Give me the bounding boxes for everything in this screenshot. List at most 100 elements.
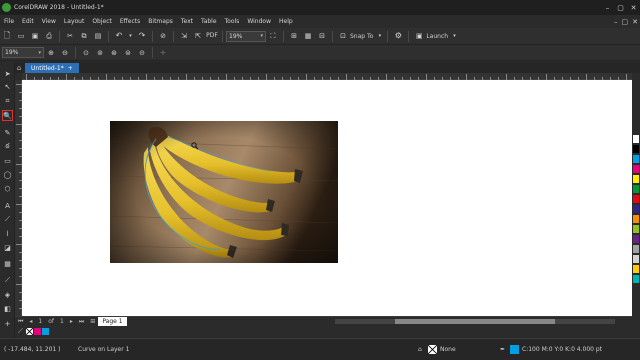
zoom-to-page-height-icon[interactable]: ⊝ — [137, 48, 147, 58]
palette-swatch[interactable] — [633, 245, 639, 253]
menu-effects[interactable]: Effects — [116, 18, 144, 25]
zoom-out-icon[interactable]: ⊖ — [60, 48, 70, 58]
launch-icon[interactable]: ▣ — [414, 31, 424, 41]
undo-dropdown-icon[interactable]: ▾ — [128, 31, 133, 41]
eyedropper-icon[interactable]: ⟋ — [18, 327, 23, 336]
zoom-to-page-width-icon[interactable]: ⊜ — [123, 48, 133, 58]
zoom-to-page-icon[interactable]: ⊛ — [109, 48, 119, 58]
menu-table[interactable]: Table — [197, 18, 221, 25]
doc-minimize-button[interactable]: – — [614, 18, 618, 26]
open-folder-icon[interactable]: ▭ — [16, 31, 26, 41]
horizontal-ruler[interactable] — [22, 73, 632, 80]
options-gear-icon[interactable]: ⚙ — [393, 31, 403, 41]
full-screen-icon[interactable]: ⛶ — [268, 31, 278, 41]
previous-page-icon[interactable]: ◂ — [29, 318, 32, 325]
import-icon[interactable]: ⇲ — [179, 31, 189, 41]
page-tab[interactable]: Page 1 — [98, 317, 127, 326]
undo-icon[interactable]: ↶ — [114, 31, 124, 41]
palette-swatch[interactable] — [633, 185, 639, 193]
menu-file[interactable]: File — [0, 18, 18, 25]
zoom-to-all-objects-icon[interactable]: ⊚ — [95, 48, 105, 58]
menu-window[interactable]: Window — [243, 18, 275, 25]
add-page-icon[interactable]: ⊞ — [90, 318, 95, 325]
menu-layout[interactable]: Layout — [60, 18, 88, 25]
palette-swatch[interactable] — [633, 275, 639, 283]
show-grid-icon[interactable]: ▦ — [303, 31, 313, 41]
print-icon[interactable]: ⎙ — [44, 31, 54, 41]
add-tool-icon[interactable]: + — [2, 318, 13, 329]
show-guidelines-icon[interactable]: ⊟ — [317, 31, 327, 41]
snap-to-label[interactable]: Snap To — [350, 33, 373, 40]
banana-bitmap-image[interactable] — [110, 121, 338, 263]
magenta-swatch[interactable] — [33, 328, 41, 335]
doc-close-button[interactable]: ✕ — [632, 18, 638, 26]
outline-color-swatch[interactable] — [510, 345, 519, 354]
new-document-icon[interactable]: 🗋 — [2, 31, 12, 41]
drawing-canvas[interactable] — [22, 80, 632, 316]
copy-icon[interactable]: ⧉ — [79, 31, 89, 41]
text-tool-icon[interactable]: A — [2, 200, 13, 211]
connector-tool-icon[interactable]: ⌇ — [2, 228, 13, 239]
scrollbar-thumb[interactable] — [395, 319, 555, 324]
zoom-levels-select[interactable]: 19% ▾ — [2, 47, 44, 58]
menu-text[interactable]: Text — [177, 18, 197, 25]
first-page-icon[interactable]: ⏮ — [18, 318, 23, 326]
next-page-icon[interactable]: ▸ — [70, 318, 73, 325]
close-button[interactable]: ✕ — [627, 0, 640, 15]
export-icon[interactable]: ⇱ — [193, 31, 203, 41]
menu-bitmaps[interactable]: Bitmaps — [144, 18, 177, 25]
palette-swatch[interactable] — [633, 165, 639, 173]
artistic-media-tool-icon[interactable]: ఠ — [2, 141, 13, 152]
horizontal-scrollbar[interactable] — [335, 319, 615, 324]
menu-edit[interactable]: Edit — [18, 18, 38, 25]
redo-icon[interactable]: ↷ — [137, 31, 147, 41]
freehand-tool-icon[interactable]: ✎ — [2, 127, 13, 138]
snap-to-icon[interactable]: ⊡ — [338, 31, 348, 41]
shape-tool-icon[interactable]: ↖ — [2, 81, 13, 92]
parallel-dimension-tool-icon[interactable]: ⟋ — [2, 214, 13, 225]
interactive-fill-tool-icon[interactable]: ◈ — [2, 289, 13, 300]
vertical-ruler[interactable] — [15, 80, 22, 316]
show-rulers-icon[interactable]: ⊞ — [289, 31, 299, 41]
launch-label[interactable]: Launch — [426, 33, 448, 40]
menu-object[interactable]: Object — [88, 18, 116, 25]
drop-shadow-tool-icon[interactable]: ◪ — [2, 242, 13, 253]
eyedropper-tool-icon[interactable]: ⟋ — [2, 275, 13, 286]
palette-swatch[interactable] — [633, 175, 639, 183]
smart-fill-tool-icon[interactable]: ◧ — [2, 303, 13, 314]
ellipse-tool-icon[interactable]: ◯ — [2, 169, 13, 180]
palette-swatch[interactable] — [633, 205, 639, 213]
save-icon[interactable]: ▣ — [30, 31, 40, 41]
doc-restore-button[interactable]: ▢ — [622, 18, 629, 26]
palette-swatch[interactable] — [633, 195, 639, 203]
palette-swatch[interactable] — [633, 265, 639, 273]
zoom-level-select[interactable]: 19% ▾ — [226, 30, 266, 42]
palette-swatch[interactable] — [633, 155, 639, 163]
launch-dropdown-icon[interactable]: ▾ — [452, 31, 457, 41]
add-tab-icon[interactable]: + — [68, 65, 73, 72]
document-tab[interactable]: Untitled-1* + — [25, 63, 79, 73]
palette-swatch[interactable] — [633, 225, 639, 233]
transparency-tool-icon[interactable]: ▦ — [2, 258, 13, 269]
palette-swatch[interactable] — [633, 135, 639, 143]
palette-swatch[interactable] — [633, 235, 639, 243]
paste-icon[interactable]: ▤ — [93, 31, 103, 41]
minimize-button[interactable]: – — [601, 0, 614, 15]
maximize-button[interactable]: ▢ — [614, 0, 627, 15]
publish-pdf-icon[interactable]: PDF — [206, 31, 218, 41]
palette-swatch[interactable] — [633, 255, 639, 263]
last-page-icon[interactable]: ⏭ — [79, 318, 84, 326]
zoom-tool-icon[interactable]: 🔍 — [2, 110, 13, 121]
cut-icon[interactable]: ✂ — [65, 31, 75, 41]
no-color-swatch[interactable] — [25, 328, 33, 335]
fill-none-swatch[interactable] — [428, 345, 437, 354]
add-property-icon[interactable]: + — [158, 48, 168, 58]
crop-tool-icon[interactable]: ⌗ — [2, 96, 13, 107]
zoom-in-icon[interactable]: ⊕ — [46, 48, 56, 58]
palette-swatch[interactable] — [633, 145, 639, 153]
menu-view[interactable]: View — [38, 18, 60, 25]
rectangle-tool-icon[interactable]: ▭ — [2, 155, 13, 166]
corel-connect-icon[interactable]: ⊘ — [158, 31, 168, 41]
menu-tools[interactable]: Tools — [221, 18, 244, 25]
menu-help[interactable]: Help — [275, 18, 297, 25]
